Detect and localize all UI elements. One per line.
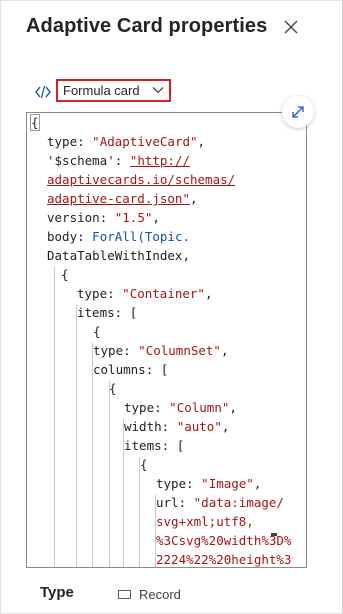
close-button[interactable]	[280, 16, 302, 38]
record-icon	[118, 590, 131, 599]
code-line: version: "1.5",	[47, 210, 160, 225]
formula-editor[interactable]: { type: "AdaptiveCard", '$schema': "http…	[26, 112, 307, 568]
code-line: width: "auto",	[124, 419, 230, 434]
type-value: Record	[118, 587, 181, 602]
code-line: {	[93, 324, 101, 339]
scroll-indicator	[271, 533, 277, 536]
code-line: type: "Column",	[124, 400, 237, 415]
code-line: type: "ColumnSet",	[93, 343, 229, 358]
code-line: columns: [	[93, 362, 169, 377]
type-label: Type	[40, 584, 74, 601]
expand-editor-button[interactable]	[282, 96, 314, 128]
code-line: adaptivecards.io/schemas/	[47, 172, 236, 187]
close-icon	[284, 20, 298, 34]
code-line: svg+xml;utf8,	[156, 514, 254, 529]
card-type-dropdown[interactable]: Formula card	[56, 79, 171, 102]
panel-title: Adaptive Card properties	[26, 15, 268, 37]
code-content: { type: "AdaptiveCard", '$schema': "http…	[27, 113, 306, 567]
code-line: DataTableWithIndex,	[47, 248, 190, 263]
code-line: type: "Image",	[156, 476, 262, 491]
code-line: {	[61, 267, 69, 282]
code-line: body: ForAll(Topic.	[47, 229, 191, 244]
expand-icon	[292, 106, 304, 118]
code-line: 2224%22%20height%3	[156, 552, 292, 567]
card-type-selected: Formula card	[63, 83, 140, 98]
code-line: url: "data:image/	[156, 495, 284, 510]
code-icon	[35, 85, 51, 99]
chevron-down-icon	[152, 87, 164, 94]
code-line: type: "Container",	[77, 286, 213, 301]
code-line: {	[30, 114, 40, 131]
code-line: {	[109, 381, 117, 396]
code-line: items: [	[124, 438, 185, 453]
code-line: type: "AdaptiveCard",	[47, 134, 206, 149]
code-line: '$schema': "http://	[47, 153, 191, 168]
code-line: items: [	[77, 305, 138, 320]
type-value-label: Record	[139, 587, 181, 602]
code-line: adaptive-card.json",	[47, 191, 198, 206]
code-line: {	[140, 457, 148, 472]
